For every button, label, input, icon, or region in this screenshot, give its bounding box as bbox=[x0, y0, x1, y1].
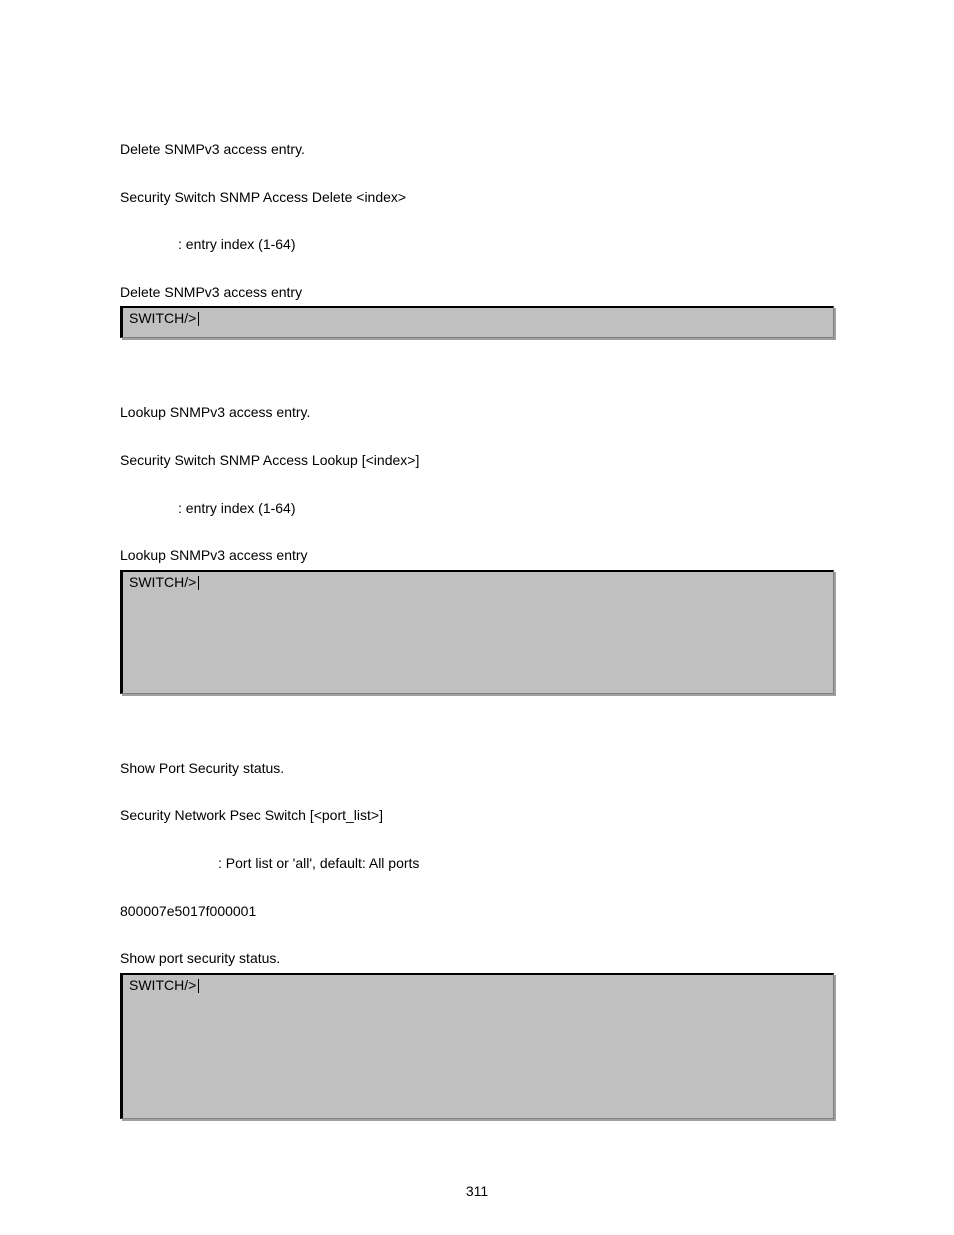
cursor-icon bbox=[198, 576, 199, 590]
terminal-output: SWITCH/> bbox=[120, 973, 834, 1119]
terminal-caption: Lookup SNMPv3 access entry bbox=[120, 546, 834, 566]
document-page: Delete SNMPv3 access entry. Security Swi… bbox=[0, 0, 954, 1235]
terminal-output: SWITCH/> bbox=[120, 306, 834, 338]
section-description: Lookup SNMPv3 access entry. bbox=[120, 403, 834, 423]
cursor-icon bbox=[198, 979, 199, 993]
section-parameter: : entry index (1-64) bbox=[120, 235, 834, 255]
section-description: Show Port Security status. bbox=[120, 759, 834, 779]
section-spacer bbox=[120, 348, 834, 403]
terminal-output: SWITCH/> bbox=[120, 570, 834, 694]
section-description: Delete SNMPv3 access entry. bbox=[120, 140, 834, 160]
terminal-prompt: SWITCH/> bbox=[129, 574, 196, 590]
terminal-caption: Delete SNMPv3 access entry bbox=[120, 283, 834, 303]
section-syntax: Security Switch SNMP Access Lookup [<ind… bbox=[120, 451, 834, 471]
page-number: 311 bbox=[0, 1183, 954, 1199]
terminal-caption: Show port security status. bbox=[120, 949, 834, 969]
cursor-icon bbox=[198, 312, 199, 326]
section-syntax: Security Network Psec Switch [<port_list… bbox=[120, 806, 834, 826]
section-parameter: : Port list or 'all', default: All ports bbox=[120, 854, 834, 874]
section-syntax: Security Switch SNMP Access Delete <inde… bbox=[120, 188, 834, 208]
section-value: 800007e5017f000001 bbox=[120, 902, 834, 922]
terminal-prompt: SWITCH/> bbox=[129, 977, 196, 993]
section-parameter: : entry index (1-64) bbox=[120, 499, 834, 519]
section-spacer bbox=[120, 704, 834, 759]
terminal-prompt: SWITCH/> bbox=[129, 310, 196, 326]
